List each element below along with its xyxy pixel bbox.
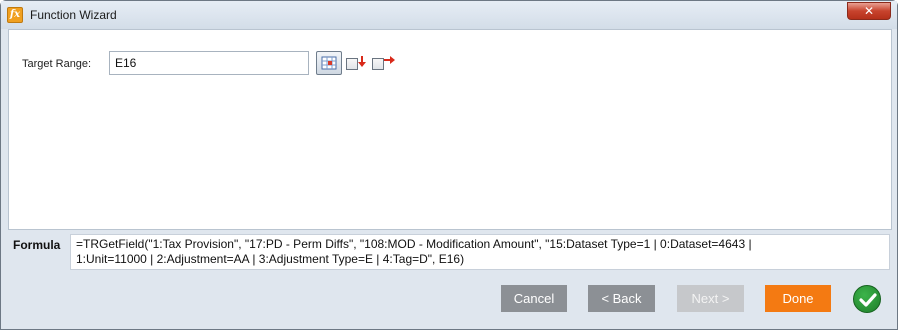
fill-right-checkbox[interactable] bbox=[372, 58, 384, 70]
formula-label: Formula bbox=[13, 238, 61, 252]
fill-down-icon bbox=[358, 56, 366, 67]
formula-line-1: =TRGetField("1:Tax Provision", "17:PD - … bbox=[76, 237, 752, 251]
target-range-input[interactable] bbox=[109, 51, 309, 75]
select-range-button[interactable] bbox=[316, 51, 342, 75]
title-bar[interactable]: fx Function Wizard ✕ bbox=[1, 1, 897, 29]
cancel-button[interactable]: Cancel bbox=[501, 285, 567, 312]
done-button[interactable]: Done bbox=[765, 285, 831, 312]
window-title: Function Wizard bbox=[30, 8, 117, 22]
target-range-label: Target Range: bbox=[22, 58, 92, 70]
next-button[interactable]: Next > bbox=[677, 285, 744, 312]
function-wizard-window: fx Function Wizard ✕ Target Range: E16 F… bbox=[0, 0, 898, 330]
fx-icon: fx bbox=[7, 7, 23, 23]
select-range-icon bbox=[321, 56, 337, 70]
fill-down-checkbox[interactable] bbox=[346, 58, 358, 70]
close-button[interactable]: ✕ bbox=[847, 2, 891, 20]
fill-right-option[interactable] bbox=[372, 56, 395, 72]
back-button[interactable]: < Back bbox=[588, 285, 655, 312]
formula-text-box[interactable]: =TRGetField("1:Tax Provision", "17:PD - … bbox=[70, 234, 890, 270]
formula-line-2: 1:Unit=11000 | 2:Adjustment=AA | 3:Adjus… bbox=[76, 252, 465, 266]
check-circle-icon[interactable] bbox=[853, 285, 881, 313]
wizard-content-panel: Target Range: bbox=[8, 29, 892, 230]
fill-down-option[interactable] bbox=[346, 56, 368, 72]
formula-row: Formula =TRGetField("1:Tax Provision", "… bbox=[8, 234, 892, 272]
fill-right-icon bbox=[384, 56, 395, 64]
